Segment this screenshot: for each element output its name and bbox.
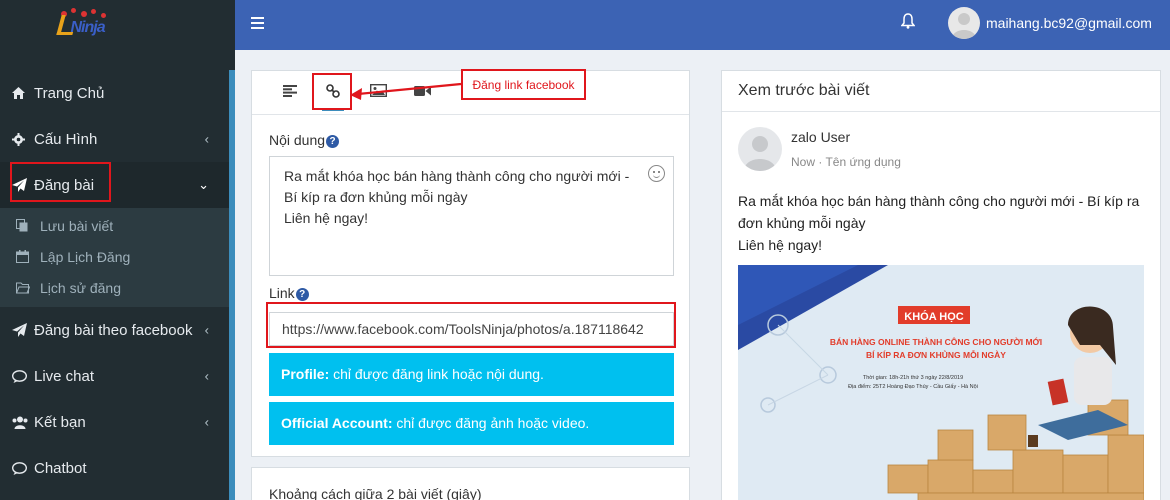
content-textarea[interactable]: Ra mắt khóa học bán hàng thành công cho … — [269, 156, 674, 276]
content-line: Liên hệ ngay! — [284, 210, 369, 226]
hamburger-menu-icon[interactable] — [251, 17, 264, 29]
post-editor-panel: Nội dung? Ra mắt khóa học bán hàng thành… — [251, 70, 690, 457]
home-icon — [12, 87, 34, 99]
sidebar-item-add-friends[interactable]: Kết bạn ‹ — [0, 399, 235, 445]
sidebar: Ninja Trang Chủ Cấu Hình ‹ Đăng bài ⌄ Lư… — [0, 0, 235, 500]
link-label: Link? — [269, 285, 309, 301]
preview-image: KHÓA HỌC BÁN HÀNG ONLINE THÀNH CÔNG CHO … — [738, 265, 1144, 500]
preview-text-line: Ra mắt khóa học bán hàng thành công cho … — [738, 193, 1140, 231]
banner-place: Địa điểm: 25T2 Hoàng Đạo Thúy - Cầu Giấy… — [848, 383, 978, 390]
calendar-icon — [16, 250, 40, 263]
sidebar-subitem-schedule[interactable]: Lập Lịch Đăng — [0, 241, 235, 272]
interval-panel: Khoảng cách giữa 2 bài viết (giây) — [251, 467, 690, 500]
highlight-box — [10, 162, 111, 202]
chat-icon — [12, 369, 34, 383]
link-label-text: Link — [269, 285, 295, 301]
avatar[interactable] — [948, 7, 980, 39]
sidebar-subitem-label: Lịch sử đăng — [40, 279, 121, 296]
banner-time: Thời gian: 18h-21h thứ 3 ngày 22/8/2019 — [863, 375, 963, 381]
help-icon[interactable]: ? — [326, 135, 340, 148]
profile-info-strong: Profile: — [281, 366, 330, 382]
profile-info-text: chỉ được đăng link hoặc nội dung. — [329, 366, 544, 382]
preview-meta: Now · Tên ứng dụng — [791, 155, 901, 169]
chevron-left-icon: ‹ — [204, 322, 209, 338]
content-label: Nội dung? — [269, 132, 340, 148]
sidebar-item-chatbot[interactable]: Chatbot — [0, 445, 235, 491]
sidebar-item-label: Kết bạn — [34, 413, 86, 431]
sidebar-item-label: Live chat — [34, 367, 95, 385]
preview-user-name: zalo User — [791, 129, 851, 145]
ninja-logo-icon: Ninja — [53, 5, 123, 45]
annotation-arrow-icon — [350, 82, 462, 100]
folder-icon — [16, 282, 40, 294]
banner-headline-2: BÍ KÍP RA ĐƠN KHỦNG MỖI NGÀY — [866, 349, 1006, 360]
sidebar-item-label: Cấu Hình — [34, 130, 98, 148]
bell-icon[interactable] — [900, 13, 916, 34]
chat-icon — [12, 461, 34, 475]
paper-plane-icon — [12, 323, 34, 337]
course-banner-image: KHÓA HỌC BÁN HÀNG ONLINE THÀNH CÔNG CHO … — [738, 265, 1144, 500]
official-info-strong: Official Account: — [281, 415, 393, 431]
preview-panel: Xem trước bài viết zalo User Now · Tên ứ… — [721, 70, 1161, 500]
content-label-text: Nội dung — [269, 132, 326, 148]
official-info-text: chỉ được đăng ảnh hoặc video. — [392, 415, 590, 431]
annotation-label: Đăng link facebook — [461, 69, 586, 100]
avatar — [738, 127, 782, 171]
preview-text-line: Liên hệ ngay! — [738, 237, 823, 253]
preview-text: Ra mắt khóa học bán hàng thành công cho … — [738, 190, 1148, 256]
chevron-left-icon: ‹ — [204, 414, 209, 430]
sidebar-item-live-chat[interactable]: Live chat ‹ — [0, 353, 235, 399]
sidebar-item-label: Chatbot — [34, 459, 87, 477]
sidebar-subitem-label: Lập Lịch Đăng — [40, 248, 131, 265]
chevron-left-icon: ‹ — [204, 131, 209, 147]
chevron-down-icon: ⌄ — [198, 177, 209, 192]
sidebar-subitem-label: Lưu bài viết — [40, 217, 114, 234]
users-icon — [12, 416, 34, 429]
interval-label: Khoảng cách giữa 2 bài viết (giây) — [269, 486, 482, 500]
profile-info-box: Profile: chỉ được đăng link hoặc nội dun… — [269, 353, 674, 396]
preview-title: Xem trước bài viết — [722, 71, 1160, 112]
sidebar-item-label: Trang Chủ — [34, 84, 105, 102]
topbar: maihang.bc92@gmail.com — [235, 0, 1170, 50]
official-info-box: Official Account: chỉ được đăng ảnh hoặc… — [269, 402, 674, 445]
copy-icon — [16, 219, 40, 232]
sidebar-subitem-saved-posts[interactable]: Lưu bài viết — [0, 210, 235, 241]
chevron-left-icon: ‹ — [204, 368, 209, 384]
align-left-icon — [283, 84, 297, 102]
tab-text[interactable] — [277, 81, 303, 105]
user-email[interactable]: maihang.bc92@gmail.com — [986, 15, 1152, 31]
annotation-link-highlight — [266, 302, 676, 348]
sidebar-subitem-history[interactable]: Lịch sử đăng — [0, 272, 235, 303]
help-icon[interactable]: ? — [295, 288, 309, 301]
sidebar-item-settings[interactable]: Cấu Hình ‹ — [0, 116, 235, 162]
emoji-icon[interactable] — [648, 165, 665, 182]
annotation-tab-highlight — [312, 73, 352, 110]
sidebar-item-post-by-facebook[interactable]: Đăng bài theo facebook ‹ — [0, 307, 235, 353]
sidebar-item-home[interactable]: Trang Chủ — [0, 70, 235, 116]
logo[interactable]: Ninja — [0, 0, 235, 50]
banner-tag: KHÓA HỌC — [904, 310, 964, 323]
content-line: Bí kíp ra đơn khủng mỗi ngày — [284, 189, 468, 205]
content-line: Ra mắt khóa học bán hàng thành công cho … — [284, 168, 630, 184]
sidebar-submenu: Lưu bài viết Lập Lịch Đăng Lịch sử đăng — [0, 208, 235, 307]
banner-headline-1: BÁN HÀNG ONLINE THÀNH CÔNG CHO NGƯỜI MỚI — [830, 336, 1042, 347]
sidebar-item-label: Đăng bài theo facebook — [34, 321, 193, 339]
gear-icon — [12, 132, 34, 146]
sidebar-divider — [229, 70, 235, 500]
